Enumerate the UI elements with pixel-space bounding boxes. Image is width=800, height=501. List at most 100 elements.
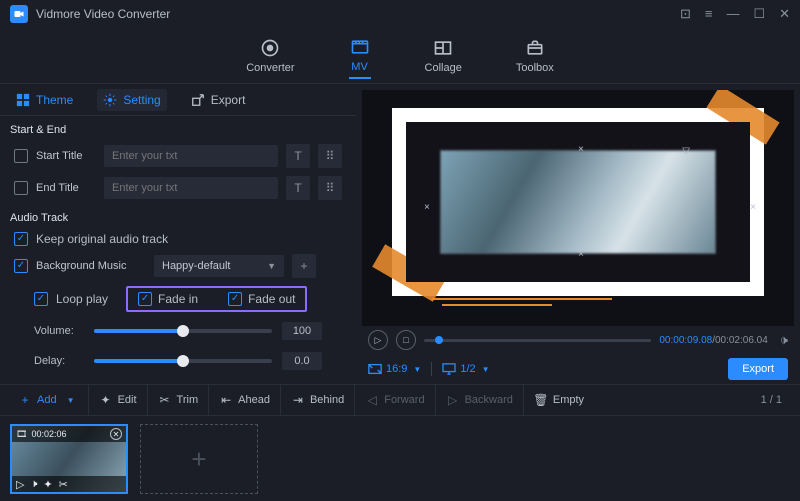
end-title-input[interactable] (104, 177, 278, 199)
ahead-button[interactable]: ⇤Ahead (209, 385, 281, 415)
tab-mv[interactable]: MV (349, 33, 371, 79)
add-music-button[interactable]: + (292, 254, 316, 278)
mute-icon[interactable]: 🕨 (30, 478, 37, 491)
export-button[interactable]: Export (728, 358, 788, 380)
title-bar: Vidmore Video Converter ⊡ ≡ — ☐ ✕ (0, 0, 800, 28)
add-button[interactable]: +Add▼ (8, 385, 89, 415)
aspect-bar: 16:9▼ 1/2▼ Export (362, 354, 794, 384)
time-display: 00:00:09.08/00:02:06.04 (659, 335, 767, 346)
app-logo-icon (10, 5, 28, 23)
backward-icon: ▷ (446, 393, 460, 407)
feedback-icon[interactable]: ⊡ (680, 6, 691, 22)
subtab-theme[interactable]: Theme (10, 89, 79, 111)
trim-button[interactable]: ✂Trim (148, 385, 210, 415)
scissors-icon: ✂ (158, 393, 172, 407)
forward-icon: ◁ (365, 393, 379, 407)
edit-button[interactable]: ✦Edit (89, 385, 148, 415)
play-button[interactable]: ▷ (368, 330, 388, 350)
chevron-down-icon: ▼ (267, 261, 276, 271)
plus-icon: + (191, 444, 206, 475)
checkbox-fade-in[interactable] (138, 292, 152, 306)
export-icon (191, 93, 205, 107)
plus-icon: + (18, 393, 32, 407)
chevron-down-icon: ▼ (64, 396, 78, 405)
delay-label: Delay: (34, 355, 84, 367)
section-start-end: Start & End (0, 116, 356, 140)
behind-icon: ⇥ (291, 393, 305, 407)
monitor-icon (442, 363, 456, 375)
checkbox-background-music[interactable] (14, 259, 28, 273)
forward-button[interactable]: ◁Forward (355, 385, 435, 415)
settings-panel: Theme Setting Export Start & End Start T… (0, 84, 356, 384)
delay-value[interactable]: 0.0 (282, 352, 322, 370)
keep-original-label: Keep original audio track (36, 232, 168, 246)
loop-play-label: Loop play (56, 292, 108, 306)
checkbox-start-title[interactable] (14, 149, 28, 163)
seek-slider[interactable] (424, 339, 651, 342)
volume-value[interactable]: 100 (282, 322, 322, 340)
clip-thumbnail[interactable]: 🎞 00:02:06 ✕ ▷ 🕨 ✦ ✂ (10, 424, 128, 494)
converter-icon (259, 38, 281, 58)
film-icon: 🎞 (16, 429, 27, 440)
clip-duration: 00:02:06 (31, 429, 66, 439)
preview-panel: × × × × ▽ ▷ □ 00:00:09.08/00:02:06.04 🕩 … (356, 84, 800, 384)
maximize-icon[interactable]: ☐ (753, 6, 765, 22)
tab-toolbox[interactable]: Toolbox (516, 34, 554, 78)
bg-music-label: Background Music (36, 260, 146, 272)
volume-slider[interactable] (94, 329, 272, 333)
bg-music-select[interactable]: Happy-default ▼ (154, 255, 284, 277)
subtab-setting[interactable]: Setting (97, 89, 166, 111)
subtab-export[interactable]: Export (185, 89, 252, 111)
checkbox-end-title[interactable] (14, 181, 28, 195)
mv-icon (349, 37, 371, 57)
tab-collage[interactable]: Collage (425, 34, 462, 78)
chevron-down-icon: ▼ (482, 365, 490, 374)
tab-converter[interactable]: Converter (246, 34, 294, 78)
checkbox-loop-play[interactable] (34, 292, 48, 306)
start-title-style-button[interactable]: ⠿ (318, 144, 342, 168)
screen-count-select[interactable]: 1/2▼ (442, 363, 489, 375)
checkbox-fade-out[interactable] (228, 292, 242, 306)
end-title-font-button[interactable]: T (286, 176, 310, 200)
section-audio-track: Audio Track (0, 204, 356, 228)
fade-out-label: Fade out (248, 292, 295, 306)
collage-icon (432, 38, 454, 58)
preview-frame[interactable]: × × × × ▽ (362, 90, 794, 326)
start-title-font-button[interactable]: T (286, 144, 310, 168)
main-tabs: Converter MV Collage Toolbox (0, 28, 800, 84)
end-title-label: End Title (36, 182, 96, 194)
fade-highlight-box: Fade in Fade out (126, 286, 307, 312)
sub-tabs: Theme Setting Export (0, 84, 356, 116)
trim-clip-icon[interactable]: ✂ (59, 478, 68, 491)
start-title-input[interactable] (104, 145, 278, 167)
behind-button[interactable]: ⇥Behind (281, 385, 355, 415)
ahead-icon: ⇤ (219, 393, 233, 407)
end-title-style-button[interactable]: ⠿ (318, 176, 342, 200)
toolbox-icon (524, 38, 546, 58)
menu-icon[interactable]: ≡ (705, 6, 713, 22)
trash-icon: 🗑 (534, 393, 548, 407)
aspect-ratio-select[interactable]: 16:9▼ (368, 363, 421, 375)
volume-icon[interactable]: 🕩 (780, 332, 788, 348)
play-icon[interactable]: ▷ (16, 478, 24, 491)
backward-button[interactable]: ▷Backward (436, 385, 524, 415)
empty-button[interactable]: 🗑Empty (524, 385, 594, 415)
minimize-icon[interactable]: — (726, 6, 739, 22)
chevron-down-icon: ▼ (413, 365, 421, 374)
gear-icon (103, 93, 117, 107)
edit-clip-icon[interactable]: ✦ (43, 478, 52, 491)
timeline: 🎞 00:02:06 ✕ ▷ 🕨 ✦ ✂ + (0, 416, 800, 501)
clip-toolbar: +Add▼ ✦Edit ✂Trim ⇤Ahead ⇥Behind ◁Forwar… (0, 384, 800, 416)
delay-slider[interactable] (94, 359, 272, 363)
stop-button[interactable]: □ (396, 330, 416, 350)
aspect-icon (368, 363, 382, 375)
app-title: Vidmore Video Converter (36, 7, 170, 21)
remove-clip-button[interactable]: ✕ (110, 428, 122, 440)
theme-icon (16, 93, 30, 107)
volume-label: Volume: (34, 325, 84, 337)
checkbox-keep-original-audio[interactable] (14, 232, 28, 246)
playback-controls: ▷ □ 00:00:09.08/00:02:06.04 🕩 (362, 326, 794, 354)
close-icon[interactable]: ✕ (779, 6, 790, 22)
add-clip-button[interactable]: + (140, 424, 258, 494)
page-indicator: 1 / 1 (761, 394, 792, 406)
